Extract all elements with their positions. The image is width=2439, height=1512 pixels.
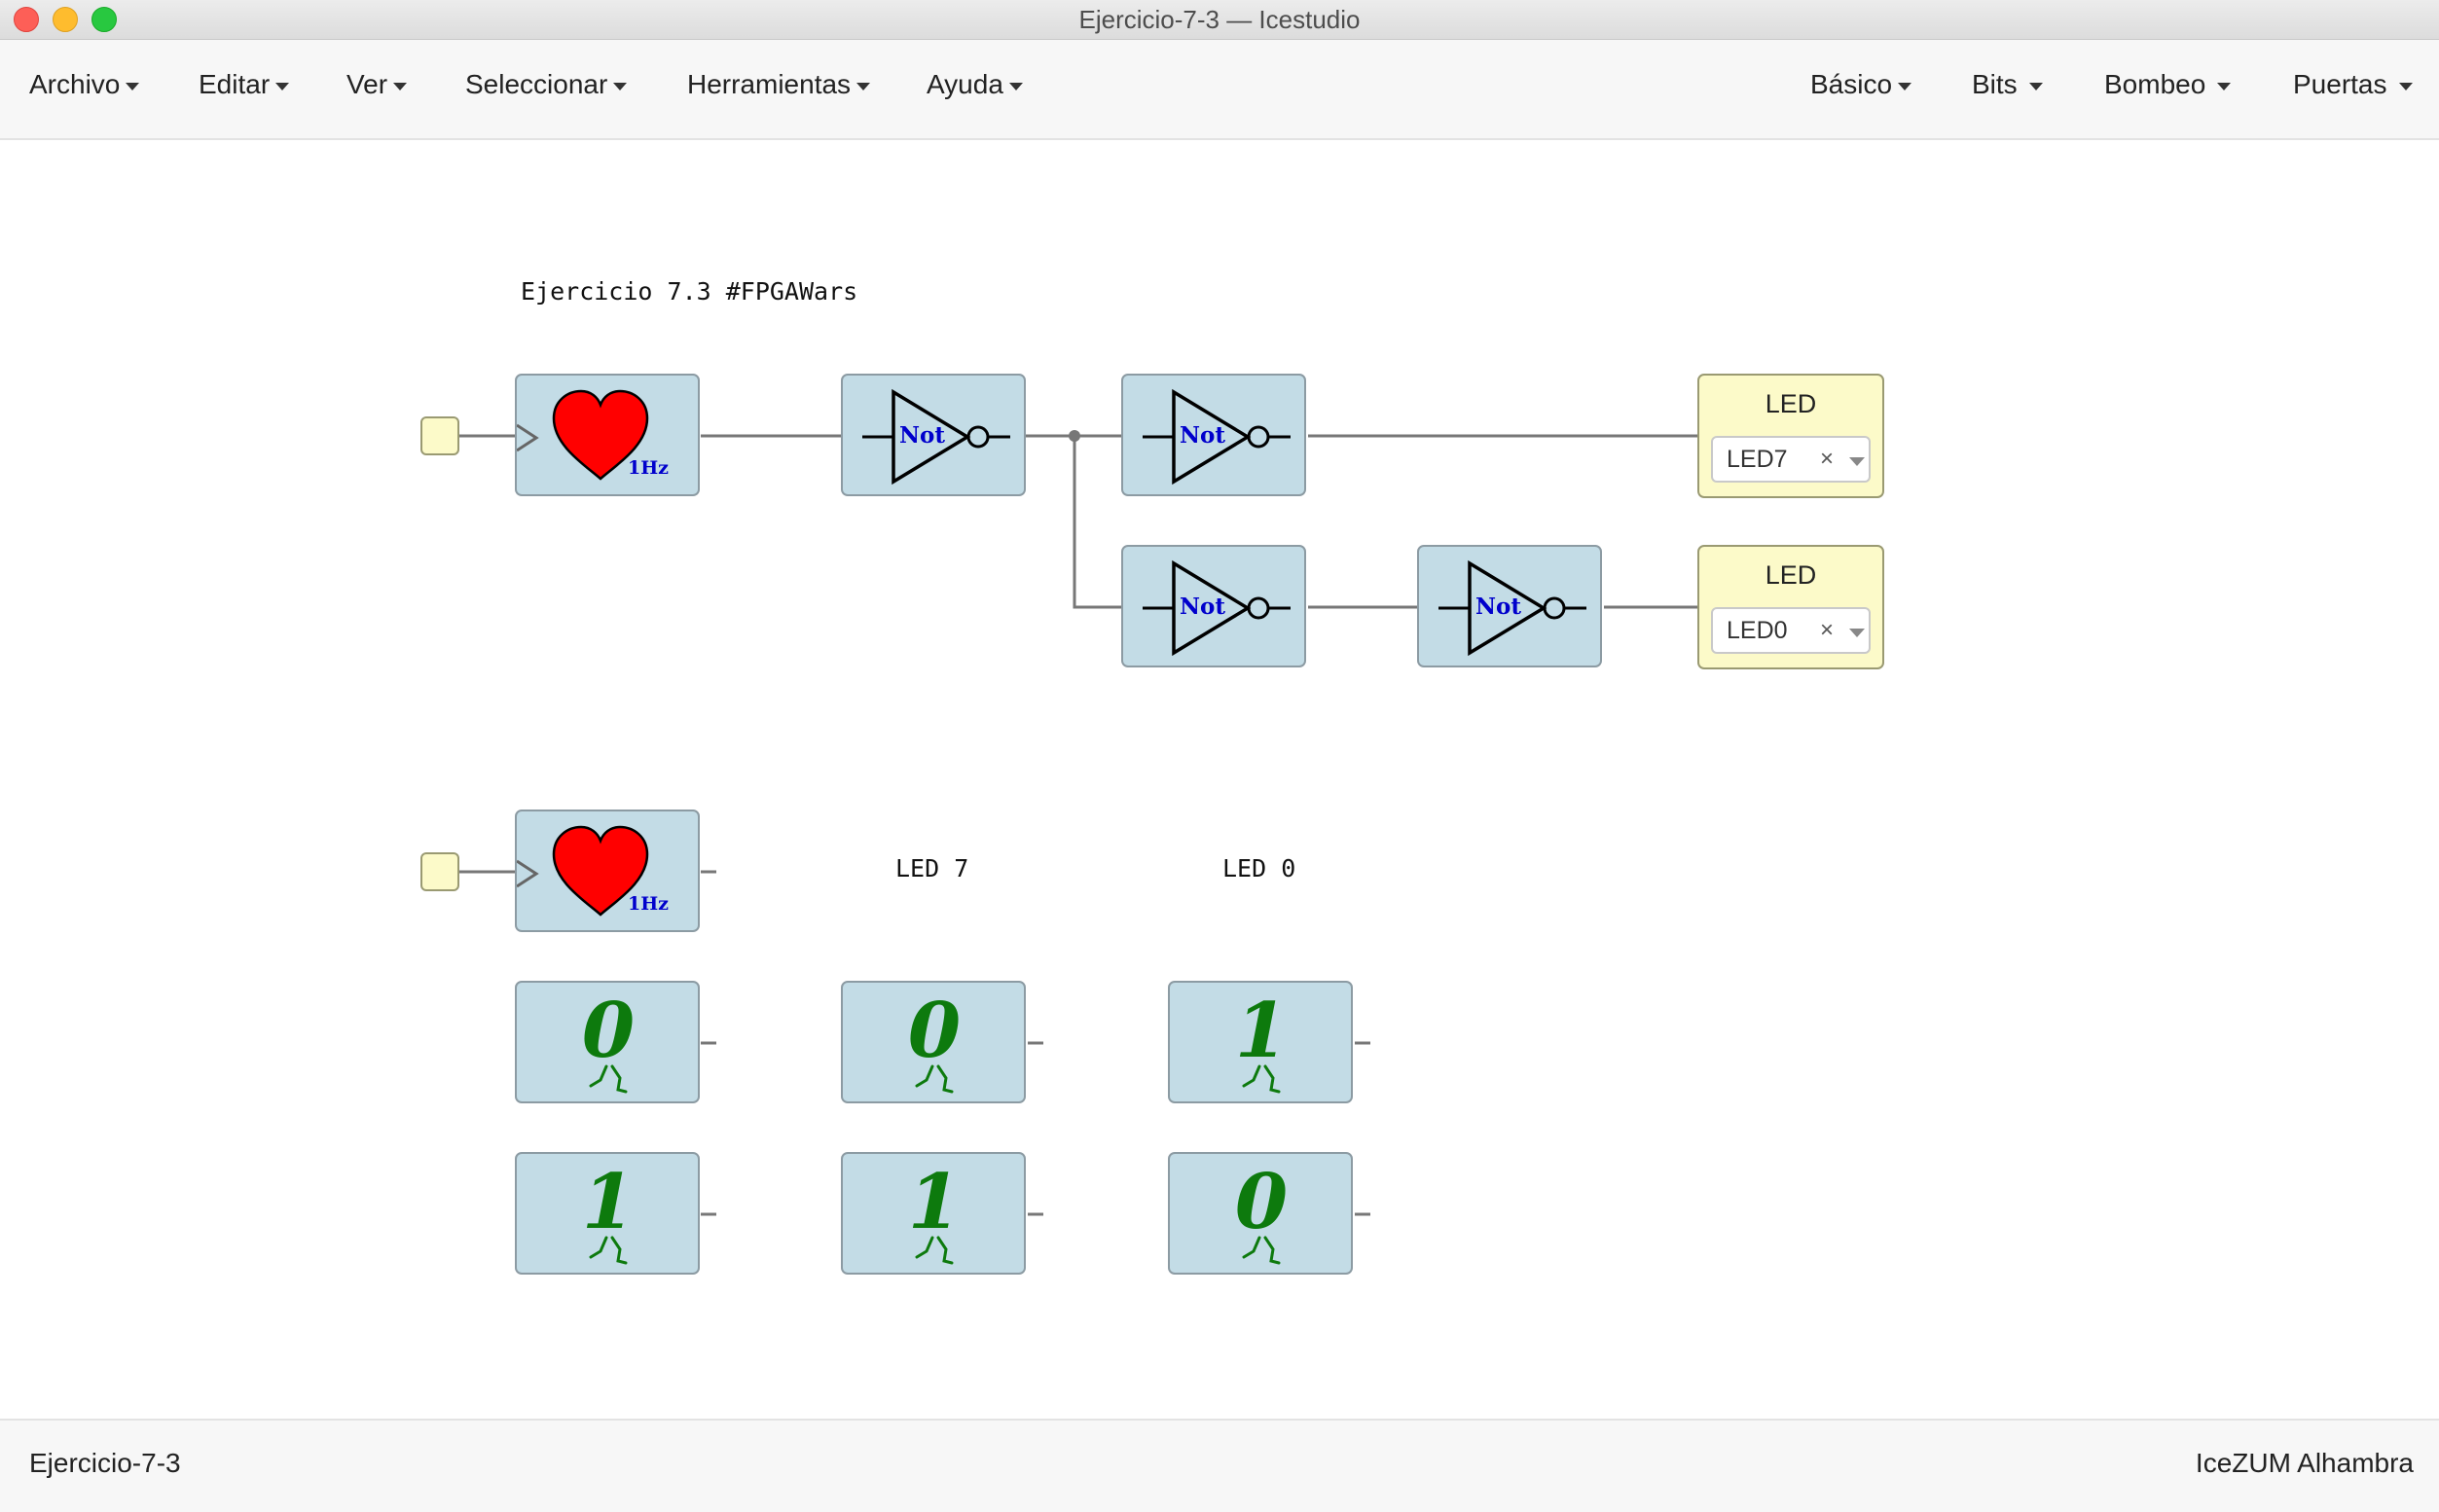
menu-herramientas[interactable]: Herramientas [687,69,871,100]
clock-frequency-label: 1Hz [628,893,669,915]
status-bar: Ejercicio-7-3 IceZUM Alhambra [0,1419,2439,1512]
not-gate-block[interactable]: Not [1121,545,1306,667]
dropdown-arrow-icon[interactable] [1849,629,1865,637]
menu-editar[interactable]: Editar [199,69,290,100]
bit-value: 0 [581,987,636,1075]
bit-value: 0 [907,987,962,1075]
bit-value: 1 [1234,987,1289,1075]
not-label: Not [899,422,945,449]
table-header-led0: LED 0 [1222,854,1296,882]
clock-1hz-block[interactable]: 1Hz [515,374,700,496]
menu-bits[interactable]: Bits [1972,69,2043,100]
table-header-led7: LED 7 [895,854,969,882]
not-label: Not [1180,422,1225,449]
caret-down-icon [2217,82,2232,90]
clock-1hz-block[interactable]: 1Hz [515,810,700,932]
menu-seleccionar[interactable]: Seleccionar [465,69,628,100]
clock-input-marker-icon [517,859,539,888]
clock-frequency-label: 1Hz [628,457,669,479]
caret-down-icon [1008,82,1023,90]
wire[interactable] [1073,436,1123,609]
menu-ver[interactable]: Ver [346,69,408,100]
input-port[interactable] [420,852,459,891]
led-title: LED [1765,389,1817,418]
caret-down-icon [856,82,871,90]
led-output-block[interactable]: LED LED0 × [1697,545,1884,669]
menu-bombeo[interactable]: Bombeo [2104,69,2232,100]
not-gate-block[interactable]: Not [1121,374,1306,496]
not-label: Not [1475,594,1521,620]
input-port[interactable] [420,416,459,455]
menu-ayuda[interactable]: Ayuda [927,69,1023,100]
window-title: Ejercicio-7-3 — Icestudio [1078,5,1361,34]
led-title: LED [1765,560,1817,590]
led-output-block[interactable]: LED LED7 × [1697,374,1884,498]
menu-archivo[interactable]: Archivo [29,69,140,100]
status-file-name: Ejercicio-7-3 [29,1448,181,1478]
circuit-canvas[interactable]: Ejercicio 7.3 #FPGAWars @Eneakao diwo.es… [0,140,2439,1419]
led-pin-value: LED7 [1727,446,1788,473]
status-board-name[interactable]: IceZUM Alhambra [2196,1448,2414,1479]
caret-down-icon [393,82,408,90]
caret-down-icon [613,82,628,90]
caret-down-icon [2398,82,2413,90]
menubar: Archivo Editar Ver Seleccionar Herramien… [0,40,2439,140]
bit-constant-block[interactable]: 1 [515,1152,700,1275]
dropdown-arrow-icon[interactable] [1849,457,1865,466]
bit-constant-block[interactable]: 1 [1168,981,1353,1103]
clear-icon[interactable]: × [1820,617,1834,644]
led-pin-select[interactable]: LED7 × [1711,436,1871,483]
bit-constant-block[interactable]: 0 [1168,1152,1353,1275]
bit-value: 1 [581,1158,636,1246]
led-pin-select[interactable]: LED0 × [1711,607,1871,654]
wire-junction [1069,430,1080,442]
comment-line-1: Ejercicio 7.3 #FPGAWars [521,277,858,306]
clock-input-marker-icon [517,423,539,452]
bit-constant-block[interactable]: 0 [841,981,1026,1103]
clear-icon[interactable]: × [1820,446,1834,473]
not-label: Not [1180,594,1225,620]
led-pin-value: LED0 [1727,617,1788,644]
caret-down-icon [275,82,290,90]
menu-basico[interactable]: Básico [1810,69,1912,100]
bit-constant-block[interactable]: 1 [841,1152,1026,1275]
caret-down-icon [126,82,140,90]
not-gate-block[interactable]: Not [841,374,1026,496]
bit-constant-block[interactable]: 0 [515,981,700,1103]
caret-down-icon [2028,82,2043,90]
bit-value: 1 [907,1158,962,1246]
not-gate-block[interactable]: Not [1417,545,1602,667]
caret-down-icon [1898,82,1912,90]
menu-puertas[interactable]: Puertas [2293,69,2413,100]
title-bar: Ejercicio-7-3 — Icestudio [0,0,2439,40]
bit-value: 0 [1234,1158,1289,1246]
